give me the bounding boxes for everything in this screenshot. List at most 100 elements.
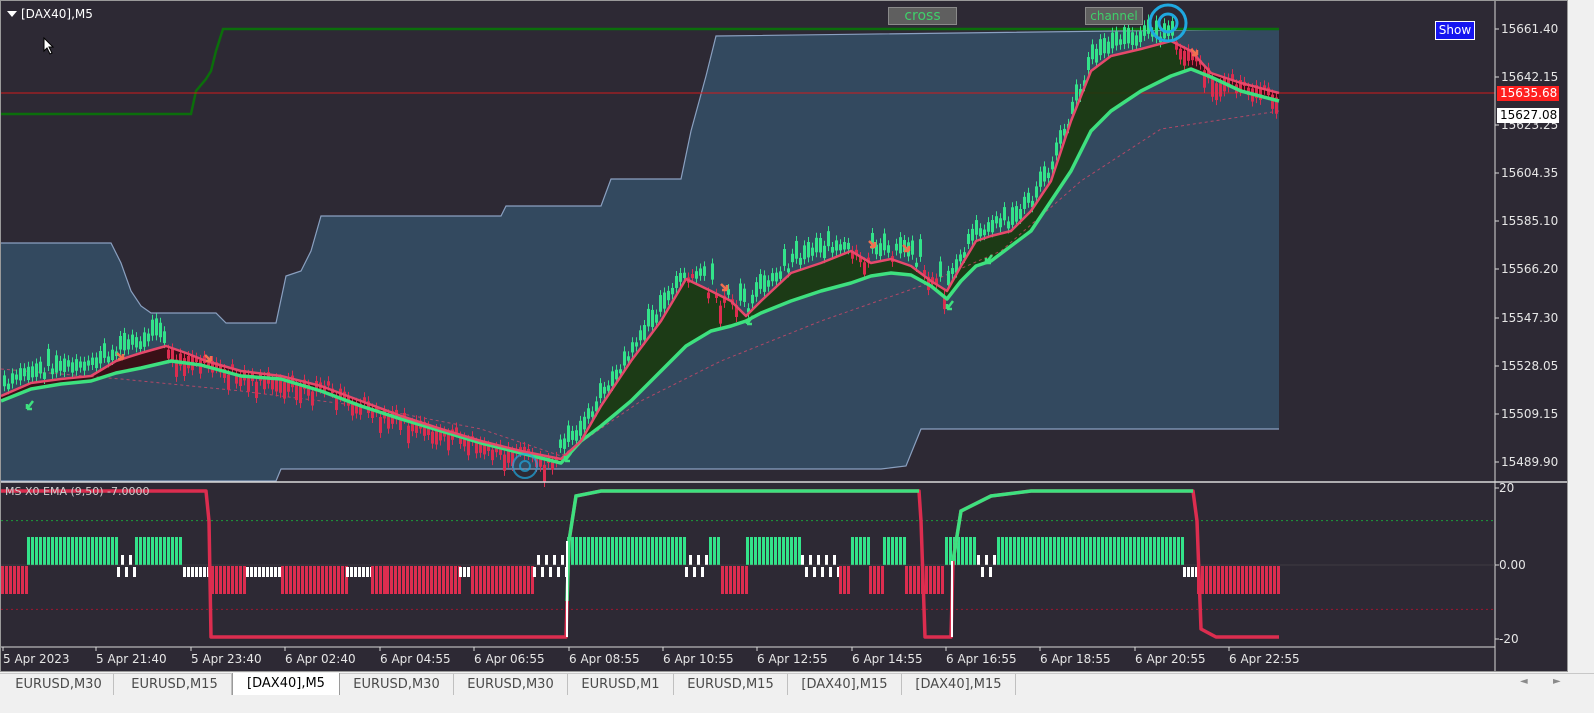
candle-body — [807, 242, 810, 258]
chart-tab[interactable]: [DAX40],M5 — [232, 673, 340, 696]
tab-scroll-left-icon[interactable]: ◄ — [1520, 676, 1528, 687]
candle-body — [619, 369, 622, 374]
candle-body — [299, 385, 302, 404]
tab-scroll-right-icon[interactable]: ► — [1553, 676, 1561, 687]
candle-body — [543, 464, 546, 483]
histogram-bar — [1057, 537, 1060, 565]
dropdown-triangle-icon[interactable] — [7, 11, 17, 17]
histogram-bar — [1141, 537, 1144, 565]
chart-window[interactable]: 15661.40 15642.15 15623.25 15604.35 15585.10… — [0, 0, 1568, 672]
histogram-bar — [1097, 537, 1100, 565]
histogram-bar — [733, 566, 736, 594]
candle-body — [919, 239, 922, 257]
histogram-bar — [697, 555, 700, 565]
chart-tab[interactable]: EURUSD,M30 — [4, 674, 114, 696]
histogram-bar — [639, 537, 642, 565]
time-tick-label: 6 Apr 16:55 — [946, 652, 1017, 666]
chart-tab[interactable]: [DAX40],M15 — [902, 674, 1016, 696]
histogram-bar — [467, 567, 470, 577]
price-tick-label: 15528.05 — [1501, 359, 1558, 373]
chart-tab[interactable]: EURUSD,M30 — [340, 674, 454, 696]
histogram-bar — [1029, 537, 1032, 565]
histogram-bar — [1261, 566, 1264, 594]
candle-body — [11, 373, 14, 384]
histogram-bar — [410, 566, 413, 594]
histogram-bar — [1257, 566, 1260, 594]
histogram-bar — [27, 537, 30, 565]
candle-body — [1219, 83, 1222, 97]
candle-body — [283, 382, 286, 399]
candle-body — [23, 368, 26, 377]
histogram-bar — [83, 537, 86, 565]
symbol-label[interactable]: [DAX40],M5 — [7, 7, 93, 21]
histogram-bar — [91, 537, 94, 565]
histogram-bar — [651, 537, 654, 565]
candle-body — [987, 222, 990, 232]
histogram-bar — [321, 566, 324, 594]
histogram-bar — [798, 537, 801, 565]
trading-terminal: 15661.40 15642.15 15623.25 15604.35 15585.10… — [0, 0, 1594, 713]
histogram-bar — [557, 567, 560, 577]
histogram-bar — [17, 566, 20, 594]
histogram-bar — [366, 567, 369, 577]
candle-body — [887, 245, 890, 253]
candle-body — [27, 366, 30, 381]
histogram-bar — [1241, 566, 1244, 594]
candle-body — [751, 294, 754, 304]
histogram-bar — [71, 537, 74, 565]
histogram-bar — [717, 537, 720, 565]
cross-button[interactable]: cross — [888, 7, 957, 25]
histogram-bar — [13, 566, 16, 594]
histogram-bar — [750, 537, 753, 565]
chart-tab[interactable]: EURUSD,M15 — [674, 674, 788, 696]
time-tick-label: 6 Apr 10:55 — [663, 652, 734, 666]
candle-body — [839, 244, 842, 251]
histogram-bar — [527, 566, 530, 594]
histogram-bar — [235, 566, 238, 594]
candle-body — [639, 330, 642, 341]
histogram-bar — [418, 566, 421, 594]
histogram-bar — [35, 537, 38, 565]
candle-body — [827, 231, 830, 247]
histogram-bar — [737, 566, 740, 594]
show-button[interactable]: Show — [1435, 21, 1475, 40]
indicator-tick-label: 20 — [1499, 481, 1514, 495]
histogram-bar — [239, 566, 242, 594]
histogram-bar — [883, 537, 886, 565]
histogram-bar — [671, 537, 674, 565]
candle-body — [1051, 161, 1054, 170]
histogram-bar — [683, 537, 686, 565]
price-chart[interactable]: 15661.4015642.1515623.2515604.3515585.10… — [1, 1, 1568, 672]
chart-tab[interactable]: [DAX40],M15 — [788, 674, 902, 696]
candle-body — [475, 442, 478, 454]
histogram-bar — [390, 566, 393, 594]
time-tick-label: 6 Apr 04:55 — [380, 652, 451, 666]
chart-tab[interactable]: EURUSD,M15 — [118, 674, 232, 696]
candle-body — [491, 449, 494, 461]
candle-body — [351, 403, 354, 416]
histogram-bar — [1005, 537, 1008, 565]
channel-button[interactable]: channel — [1085, 7, 1143, 25]
price-tick-label: 15642.15 — [1501, 70, 1558, 84]
histogram-bar — [1253, 566, 1256, 594]
histogram-bar — [929, 566, 932, 594]
histogram-bar — [115, 537, 118, 565]
candle-body — [51, 368, 54, 375]
histogram-bar — [745, 566, 748, 594]
candle-body — [603, 386, 606, 394]
histogram-bar — [350, 567, 353, 577]
chart-tab[interactable]: EURUSD,M1 — [568, 674, 674, 696]
candle-body — [563, 438, 566, 449]
histogram-bar — [329, 566, 332, 594]
histogram-bar — [725, 566, 728, 594]
candle-body — [623, 351, 626, 366]
histogram-bar — [1201, 566, 1204, 594]
candle-body — [1111, 32, 1114, 49]
histogram-bar — [867, 537, 870, 565]
candle-body — [711, 263, 714, 280]
histogram-bar — [1237, 566, 1240, 594]
histogram-bar — [39, 537, 42, 565]
histogram-bar — [426, 566, 429, 594]
histogram-bar — [553, 555, 556, 565]
chart-tab[interactable]: EURUSD,M30 — [454, 674, 568, 696]
